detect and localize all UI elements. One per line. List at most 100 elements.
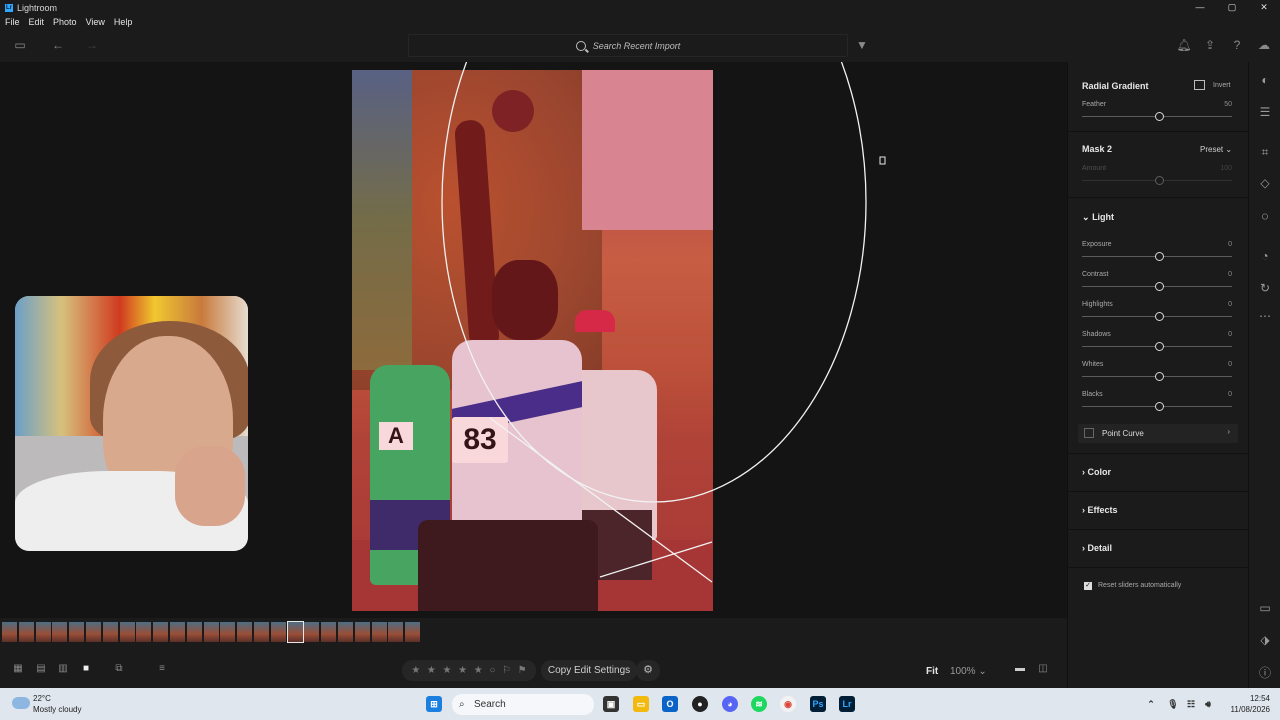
filmstrip-thumbnail[interactable] <box>69 622 85 642</box>
before-after-icon[interactable]: ▬ <box>1013 664 1027 674</box>
feather-slider-knob[interactable] <box>1155 112 1164 121</box>
effects-section-header[interactable]: › Effects <box>1082 505 1118 515</box>
filmstrip-thumbnail[interactable] <box>102 622 118 642</box>
obs-icon[interactable]: ● <box>692 696 708 712</box>
filmstrip-thumbnail[interactable] <box>254 622 269 642</box>
outlook-icon[interactable]: O <box>662 696 678 712</box>
filmstrip-thumbnail[interactable] <box>371 622 387 642</box>
light-slider-knob[interactable] <box>1155 282 1164 291</box>
detail-section-header[interactable]: › Detail <box>1082 543 1112 553</box>
restore-button[interactable]: ▢ <box>1216 0 1248 15</box>
weather-widget[interactable]: 22°C Mostly cloudy <box>33 693 81 715</box>
filmstrip-thumbnail[interactable] <box>338 622 353 642</box>
fit-button[interactable]: Fit <box>926 666 938 677</box>
star-1-icon[interactable]: ★ <box>411 665 420 676</box>
discord-icon[interactable]: ◕ <box>722 696 738 712</box>
light-slider-knob[interactable] <box>1155 402 1164 411</box>
filmstrip-thumbnail[interactable] <box>304 622 320 642</box>
windows-start-icon[interactable]: ⊞ <box>426 696 442 712</box>
gear-icon[interactable]: ⚙ <box>636 660 660 681</box>
keywords-icon[interactable]: ⬗ <box>1257 632 1273 648</box>
sort-icon[interactable]: ≡ <box>155 664 169 674</box>
square-grid-icon[interactable]: ▤ <box>34 664 48 674</box>
tray-chevron-icon[interactable]: ⌃ <box>1143 696 1159 712</box>
comments-icon[interactable]: ▭ <box>1257 600 1273 616</box>
back-arrow-icon[interactable]: ← <box>50 37 66 53</box>
cloud-sync-icon[interactable]: ☁ <box>1256 37 1272 53</box>
presets-icon[interactable]: ◐ <box>1257 72 1273 88</box>
point-curve-row[interactable]: Point Curve › <box>1078 424 1238 443</box>
panel-toggle-icon[interactable]: ▭ <box>12 37 28 53</box>
info-icon[interactable]: ⓘ <box>1257 665 1273 681</box>
filmstrip-thumbnail[interactable] <box>170 622 185 642</box>
photo-canvas[interactable]: A 83 <box>0 62 1067 618</box>
taskbar-search[interactable]: ⌕ Search <box>452 694 594 715</box>
masking-icon[interactable]: ◌ <box>1257 208 1273 224</box>
light-slider-value[interactable]: 0 <box>1202 331 1232 338</box>
filmstrip-thumbnail[interactable] <box>321 622 337 642</box>
spotify-icon[interactable]: ≋ <box>751 696 767 712</box>
filmstrip-thumbnail[interactable] <box>52 622 68 642</box>
color-section-header[interactable]: › Color <box>1082 467 1111 477</box>
star-2-icon[interactable]: ★ <box>427 665 436 676</box>
menu-photo[interactable]: Photo <box>53 17 77 27</box>
more-options-icon[interactable]: ⋯ <box>1257 308 1273 324</box>
edit-sliders-icon[interactable]: ☰ <box>1257 104 1273 120</box>
share-icon[interactable]: ⇪ <box>1202 37 1218 53</box>
star-4-icon[interactable]: ★ <box>458 665 467 676</box>
task-view-icon[interactable]: ▣ <box>603 696 619 712</box>
close-button[interactable]: ✕ <box>1248 0 1280 15</box>
help-icon[interactable]: ? <box>1229 37 1245 53</box>
filmstrip-thumbnail[interactable] <box>270 622 286 642</box>
microphone-icon[interactable]: 🎙︎ <box>1165 696 1181 712</box>
filmstrip-thumbnail[interactable] <box>18 622 34 642</box>
forward-arrow-icon[interactable]: → <box>84 37 100 53</box>
photoshop-icon[interactable]: Ps <box>810 696 826 712</box>
star-5-icon[interactable]: ★ <box>474 665 483 676</box>
grid-view-icon[interactable]: ▦ <box>11 664 25 674</box>
filmstrip-thumbnail[interactable] <box>153 622 169 642</box>
filmstrip-thumbnail[interactable] <box>354 622 370 642</box>
lightroom-taskbar-icon[interactable]: Lr <box>839 696 855 712</box>
file-explorer-icon[interactable]: ▭ <box>633 696 649 712</box>
copy-edit-settings-button[interactable]: Copy Edit Settings <box>541 660 637 681</box>
light-slider-value[interactable]: 0 <box>1202 271 1232 278</box>
preset-dropdown[interactable]: Preset ⌄ <box>1200 145 1232 154</box>
unflag-icon[interactable]: ○ <box>489 665 495 676</box>
filmstrip-thumbnail[interactable] <box>119 622 135 642</box>
flag-reject-icon[interactable]: ⚑ <box>518 665 527 676</box>
menu-file[interactable]: File <box>5 17 20 27</box>
light-slider-knob[interactable] <box>1155 312 1164 321</box>
slideshow-icon[interactable]: ⧉ <box>112 664 126 674</box>
network-icon[interactable]: ☷ <box>1183 696 1199 712</box>
crop-icon[interactable]: ⌗ <box>1257 144 1273 160</box>
filmstrip-thumbnail[interactable] <box>86 622 101 642</box>
minimize-button[interactable]: — <box>1184 0 1216 15</box>
search-input[interactable]: Search Recent Import <box>408 34 848 57</box>
filter-icon[interactable]: ▼ <box>854 37 870 53</box>
volume-icon[interactable]: 🔊︎ <box>1200 696 1216 712</box>
filmstrip-thumbnail[interactable] <box>405 622 421 642</box>
filmstrip-thumbnail[interactable] <box>220 622 236 642</box>
menu-view[interactable]: View <box>86 17 105 27</box>
filmstrip-thumbnail[interactable] <box>388 622 404 642</box>
light-slider-knob[interactable] <box>1155 342 1164 351</box>
edited-photo[interactable]: A 83 <box>352 70 713 611</box>
reset-sliders-checkbox[interactable]: ✓ <box>1084 582 1092 590</box>
light-slider-value[interactable]: 0 <box>1202 361 1232 368</box>
filmstrip-thumbnail[interactable] <box>203 622 219 642</box>
light-slider-knob[interactable] <box>1155 372 1164 381</box>
zoom-level-dropdown[interactable]: 100% ⌄ <box>950 666 987 677</box>
filmstrip-thumbnail[interactable] <box>286 621 304 643</box>
filmstrip-thumbnail[interactable] <box>136 622 152 642</box>
flag-pick-icon[interactable]: ⚐ <box>502 665 511 676</box>
star-3-icon[interactable]: ★ <box>443 665 452 676</box>
compare-view-icon[interactable]: ▥ <box>56 664 70 674</box>
light-slider-value[interactable]: 0 <box>1202 241 1232 248</box>
system-clock[interactable]: 12:54 11/08/2026 <box>1222 693 1270 715</box>
menu-help[interactable]: Help <box>114 17 133 27</box>
invert-checkbox-icon[interactable] <box>1194 80 1205 90</box>
chrome-icon[interactable]: ◉ <box>780 696 796 712</box>
filmstrip-thumbnail[interactable] <box>35 622 51 642</box>
history-icon[interactable]: ◔ <box>1257 248 1273 264</box>
